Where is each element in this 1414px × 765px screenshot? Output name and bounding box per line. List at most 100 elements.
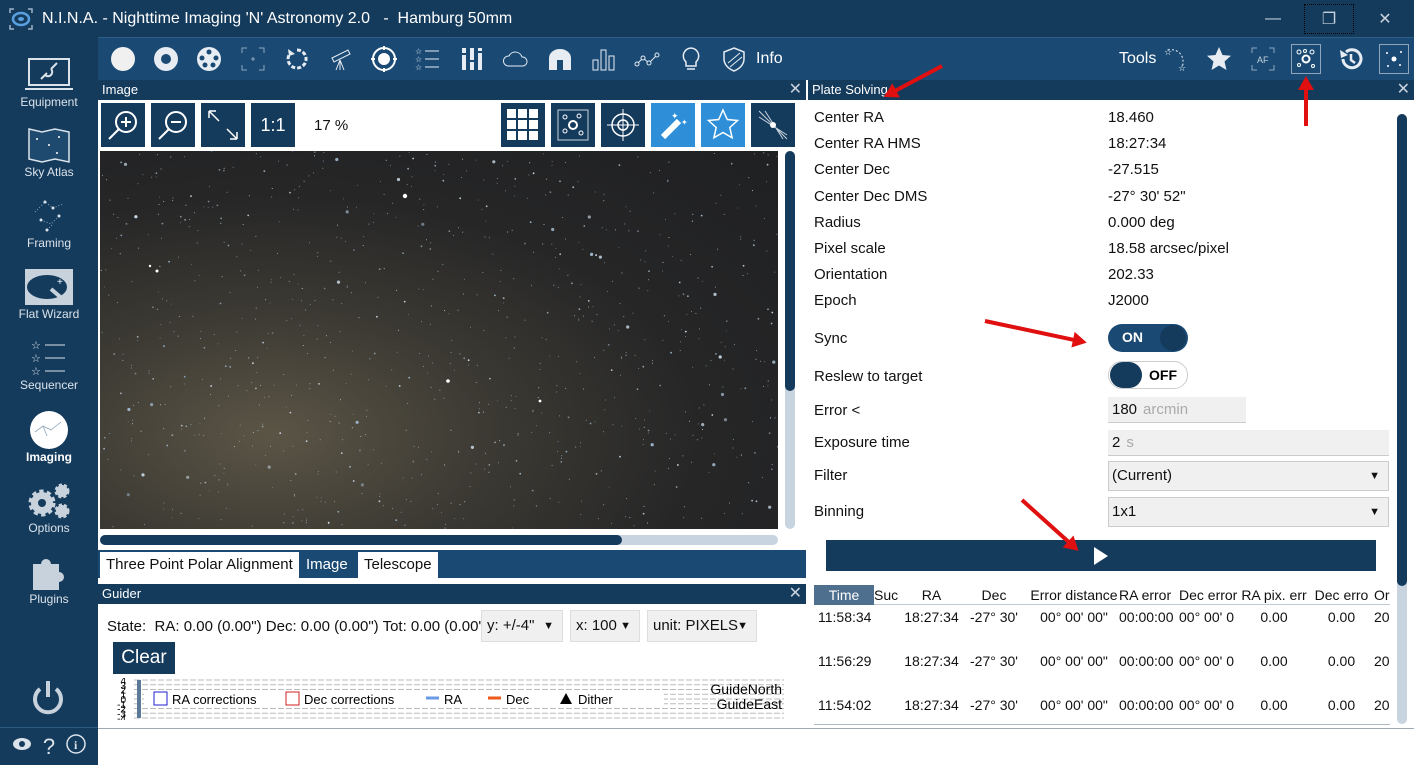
close-plate-solving-icon[interactable]: ✕ — [1397, 80, 1410, 100]
star — [364, 434, 366, 436]
filter-wheel-icon[interactable] — [194, 44, 224, 74]
table-cell: 0.00 — [1260, 653, 1288, 669]
table-cell: 00° 00' 0 — [1179, 653, 1234, 669]
observatory-dome-icon[interactable] — [545, 44, 575, 74]
binning-select[interactable]: 1x1 ▼ — [1108, 497, 1389, 527]
sidebar-item-imaging[interactable]: Imaging — [0, 406, 98, 474]
close-image-panel-icon[interactable]: ✕ — [789, 80, 802, 100]
info-label[interactable]: Info — [756, 50, 783, 68]
camera-shutter-icon[interactable] — [151, 44, 181, 74]
vertical-scroll-thumb[interactable] — [1397, 114, 1407, 586]
tab-telescope[interactable]: Telescope — [358, 552, 438, 578]
table-row[interactable]: 11:58:34 18:27:34 -27° 30' 00° 00' 00" 00:00… — [814, 607, 1390, 651]
help-icon[interactable]: ? — [43, 734, 55, 760]
history-icon[interactable] — [1336, 44, 1366, 74]
image-horizontal-scrollbar[interactable] — [100, 535, 778, 545]
shield-icon[interactable] — [719, 44, 749, 74]
star — [379, 493, 381, 495]
focus-frame-icon[interactable] — [238, 44, 268, 74]
y-scale-dropdown[interactable]: y: +/-4" ▼ — [481, 610, 563, 642]
bar-chart-icon[interactable] — [588, 44, 618, 74]
star — [350, 373, 352, 375]
horizontal-scroll-thumb[interactable] — [100, 535, 623, 545]
sidebar-item-equipment[interactable]: Equipment — [0, 51, 98, 119]
sidebar-item-sky-atlas[interactable]: Sky Atlas — [0, 121, 98, 189]
sync-toggle[interactable]: ON — [1108, 324, 1188, 352]
telescope-icon[interactable] — [326, 44, 356, 74]
one-to-one-button[interactable]: 1:1 — [251, 103, 295, 147]
maximize-button[interactable]: ❐ — [1304, 4, 1354, 34]
detect-stars-button[interactable] — [701, 103, 745, 147]
bright-star — [538, 399, 542, 403]
equalizer-icon[interactable] — [457, 44, 487, 74]
captured-image[interactable] — [100, 151, 778, 529]
lightbulb-icon[interactable] — [676, 44, 706, 74]
exposure-input[interactable]: 2s — [1108, 430, 1389, 456]
error-input[interactable]: 180 arcmin — [1108, 397, 1246, 423]
guider-target-icon[interactable] — [369, 44, 399, 74]
grid-column-header[interactable]: Orie — [1374, 585, 1390, 605]
polar-alignment-icon[interactable]: ☆ ☆ — [1162, 44, 1192, 74]
table-row[interactable]: 11:54:02 18:27:34 -27° 30' 00° 00' 00" 00:00… — [814, 695, 1390, 724]
grid-column-header[interactable]: Dec erro — [1309, 585, 1374, 605]
sky-icon[interactable] — [108, 44, 138, 74]
constellation-graph-icon[interactable] — [632, 44, 662, 74]
grid-column-header[interactable]: Dec — [959, 585, 1029, 605]
grid-column-header[interactable]: Time — [814, 585, 874, 605]
reslew-toggle[interactable]: OFF — [1108, 361, 1188, 389]
star-detection-icon[interactable] — [1379, 44, 1409, 74]
power-button[interactable] — [30, 679, 66, 722]
grid-button[interactable] — [501, 103, 545, 147]
star — [514, 336, 516, 338]
grid-column-header[interactable]: RA — [904, 585, 959, 605]
grid-column-header[interactable]: Suc — [874, 585, 904, 605]
grid-column-header[interactable]: RA pix. err — [1239, 585, 1309, 605]
sequence-list-icon[interactable]: ☆ ☆ ☆ — [413, 44, 443, 74]
close-guider-panel-icon[interactable]: ✕ — [789, 584, 802, 604]
solve-button[interactable] — [826, 540, 1376, 571]
unit-dropdown[interactable]: unit: PIXELS ▼ — [647, 610, 757, 642]
tab-image[interactable]: Image — [300, 552, 354, 578]
filter-select[interactable]: (Current) ▼ — [1108, 461, 1389, 491]
star — [613, 324, 615, 326]
fit-to-window-button[interactable] — [201, 103, 245, 147]
image-vertical-scrollbar[interactable] — [785, 151, 795, 529]
autofocus-icon[interactable]: AF — [1248, 44, 1278, 74]
rotator-icon[interactable] — [282, 44, 312, 74]
sidebar-item-flat-wizard[interactable]: + Flat Wizard — [0, 263, 98, 331]
sidebar-item-options[interactable]: Options — [0, 477, 98, 545]
close-window-button[interactable]: ✕ — [1362, 0, 1408, 37]
tab-three-point-polar-alignment[interactable]: Three Point Polar Alignment — [100, 552, 299, 578]
zoom-in-button[interactable] — [101, 103, 145, 147]
sidebar-item-sequencer[interactable]: ☆ ☆ ☆ Sequencer — [0, 334, 98, 402]
star — [470, 472, 472, 474]
minimize-button[interactable]: — — [1250, 0, 1296, 37]
star — [535, 505, 537, 507]
sidebar-item-framing[interactable]: Framing — [0, 192, 98, 260]
weather-cloud-icon[interactable] — [501, 44, 531, 74]
bahtinov-button[interactable] — [751, 103, 795, 147]
grid-column-header[interactable]: Error distance — [1029, 585, 1119, 605]
grid-column-header[interactable]: Dec error — [1179, 585, 1239, 605]
zoom-out-button[interactable] — [151, 103, 195, 147]
table-row[interactable]: 11:56:29 18:27:34 -27° 30' 00° 00' 00" 00:00… — [814, 651, 1390, 695]
vertical-scroll-thumb[interactable] — [785, 151, 795, 391]
info-icon[interactable]: i — [66, 734, 87, 759]
star — [387, 213, 388, 214]
plate-solve-icon[interactable] — [1291, 44, 1321, 74]
eye-icon[interactable] — [12, 737, 32, 756]
plate-solving-scrollbar[interactable] — [1397, 114, 1407, 724]
star-annotation-button[interactable] — [551, 103, 595, 147]
star — [732, 447, 734, 449]
star — [208, 490, 210, 492]
star-icon[interactable] — [1204, 44, 1234, 74]
sidebar-item-plugins[interactable]: Plugins — [0, 548, 98, 616]
star — [341, 524, 343, 526]
auto-stretch-button[interactable]: ✦ ✦ — [651, 103, 695, 147]
clear-button[interactable]: Clear — [113, 642, 175, 674]
star — [561, 457, 562, 459]
x-scale-dropdown[interactable]: x: 100 ▼ — [570, 610, 640, 642]
star — [132, 419, 134, 421]
crosshair-button[interactable] — [601, 103, 645, 147]
grid-column-header[interactable]: RA error — [1119, 585, 1179, 605]
